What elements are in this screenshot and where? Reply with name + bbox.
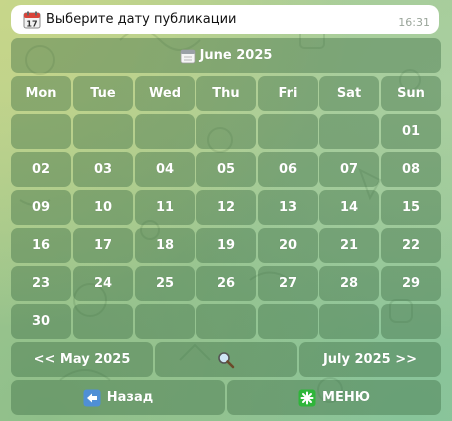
day-button[interactable]: 25 (135, 266, 195, 301)
weekday-header-6[interactable]: Sun (381, 76, 441, 111)
magnifier-icon (218, 351, 235, 368)
day-button[interactable]: 02 (11, 152, 71, 187)
search-button[interactable] (155, 342, 297, 377)
day-button[interactable]: 05 (196, 152, 256, 187)
day-button[interactable]: 23 (11, 266, 71, 301)
day-button[interactable]: 13 (258, 190, 318, 225)
back-label: Назад (106, 390, 154, 405)
empty-day-cell[interactable] (11, 114, 71, 149)
day-button[interactable]: 11 (135, 190, 195, 225)
weekday-header-0[interactable]: Mon (11, 76, 71, 111)
day-button[interactable]: 22 (381, 228, 441, 263)
calendar-icon: 17 (23, 11, 41, 28)
next-month-label: July 2025 >> (322, 352, 418, 367)
day-button[interactable]: 18 (135, 228, 195, 263)
day-button[interactable]: 28 (319, 266, 379, 301)
day-button[interactable]: 19 (196, 228, 256, 263)
day-button[interactable]: 06 (258, 152, 318, 187)
day-button[interactable]: 14 (319, 190, 379, 225)
day-button[interactable]: 10 (73, 190, 133, 225)
prev-month-button[interactable]: << May 2025 (11, 342, 153, 377)
asterisk-icon (298, 389, 316, 406)
empty-day-cell[interactable] (73, 114, 133, 149)
empty-day-cell[interactable] (135, 114, 195, 149)
empty-day-cell[interactable] (258, 114, 318, 149)
month-header-button[interactable]: June 2025 (11, 38, 441, 73)
empty-day-cell[interactable] (258, 304, 318, 339)
empty-day-cell[interactable] (196, 304, 256, 339)
day-button[interactable]: 15 (381, 190, 441, 225)
day-button[interactable]: 17 (73, 228, 133, 263)
day-button[interactable]: 09 (11, 190, 71, 225)
month-label: June 2025 (199, 48, 273, 63)
weekday-header-3[interactable]: Thu (196, 76, 256, 111)
day-button[interactable]: 29 (381, 266, 441, 301)
message-time: 16:31 (398, 16, 430, 29)
back-button[interactable]: Назад (11, 380, 225, 415)
day-button[interactable]: 08 (381, 152, 441, 187)
day-button[interactable]: 01 (381, 114, 441, 149)
day-button[interactable]: 07 (319, 152, 379, 187)
empty-day-cell[interactable] (196, 114, 256, 149)
weekday-header-5[interactable]: Sat (319, 76, 379, 111)
day-button[interactable]: 21 (319, 228, 379, 263)
weekday-header-2[interactable]: Wed (135, 76, 195, 111)
prev-month-label: << May 2025 (33, 352, 131, 367)
day-button[interactable]: 04 (135, 152, 195, 187)
left-arrow-icon (83, 389, 101, 406)
empty-day-cell[interactable] (319, 114, 379, 149)
svg-text:17: 17 (26, 19, 37, 28)
menu-button[interactable]: МЕНЮ (227, 380, 441, 415)
day-button[interactable]: 12 (196, 190, 256, 225)
day-button[interactable]: 03 (73, 152, 133, 187)
empty-day-cell[interactable] (319, 304, 379, 339)
weekday-header-4[interactable]: Fri (258, 76, 318, 111)
day-button[interactable]: 20 (258, 228, 318, 263)
menu-label: МЕНЮ (322, 390, 370, 405)
empty-day-cell[interactable] (135, 304, 195, 339)
next-month-button[interactable]: July 2025 >> (299, 342, 441, 377)
empty-day-cell[interactable] (381, 304, 441, 339)
calendar-icon (180, 49, 195, 63)
bot-message: 17 Выберите дату публикации 16:31 (11, 5, 439, 34)
message-text: Выберите дату публикации (46, 12, 237, 27)
day-button[interactable]: 16 (11, 228, 71, 263)
day-button[interactable]: 30 (11, 304, 71, 339)
day-button[interactable]: 24 (73, 266, 133, 301)
day-button[interactable]: 26 (196, 266, 256, 301)
empty-day-cell[interactable] (73, 304, 133, 339)
day-button[interactable]: 27 (258, 266, 318, 301)
weekday-header-1[interactable]: Tue (73, 76, 133, 111)
